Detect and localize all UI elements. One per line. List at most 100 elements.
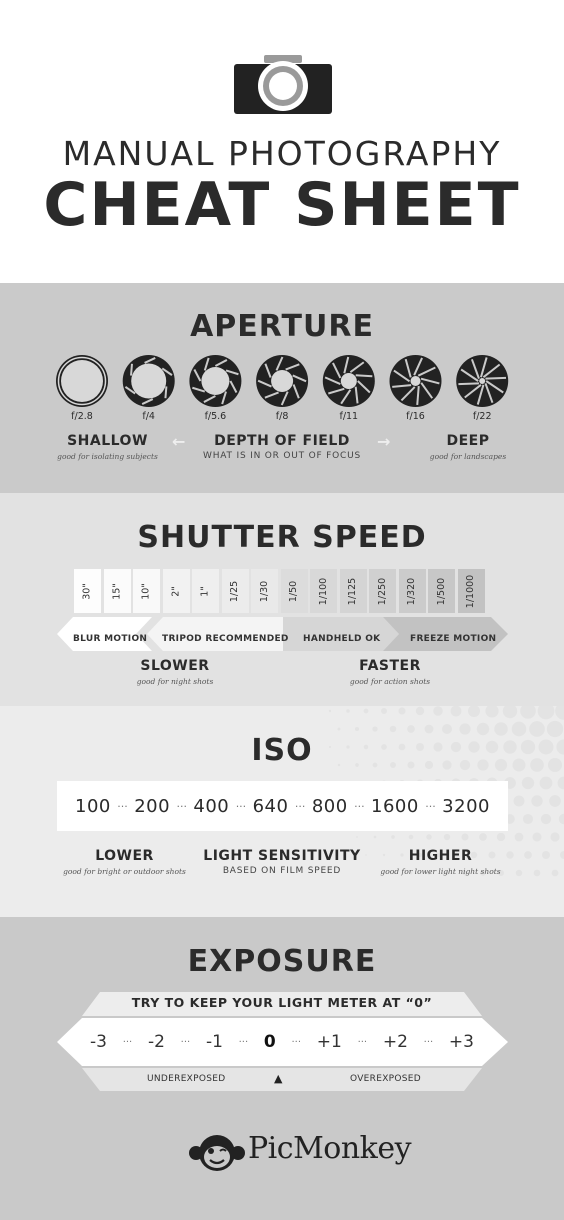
arrow-right-icon: → — [377, 432, 391, 451]
aperture-icon — [122, 355, 175, 407]
higher-sub: good for lower light night shots — [380, 867, 501, 876]
shutter-speed-cell: 30" — [74, 569, 101, 613]
exposure-value: -3 — [90, 1032, 107, 1052]
faster-label: FASTER good for action shots — [315, 658, 465, 686]
exposure-separator: ··· — [357, 1036, 368, 1048]
exposure-value: 0 — [263, 1032, 276, 1052]
exposure-separator: ··· — [122, 1036, 133, 1048]
exposure-value: -2 — [147, 1032, 165, 1052]
aperture-icon — [256, 355, 309, 407]
shutter-speed-value: 1/25 — [229, 580, 241, 602]
header: MANUAL PHOTOGRAPHY CHEAT SHEET — [0, 0, 564, 284]
shutter-speed-value: 1/125 — [347, 577, 359, 605]
iso-value: 640 — [252, 795, 289, 817]
shutter-speed-value: 1/250 — [377, 577, 389, 605]
exposure-separator: ··· — [423, 1036, 434, 1048]
iso-value: 1600 — [371, 795, 419, 817]
shutter-speed-cell: 1/250 — [369, 569, 396, 613]
exposure-value: +2 — [382, 1032, 408, 1052]
shutter-title: SHUTTER SPEED — [137, 520, 427, 555]
overexposed-label: OVEREXPOSED — [350, 1074, 422, 1084]
shutter-speed-value: 1/50 — [288, 580, 300, 602]
iso-separator: ··· — [235, 799, 247, 813]
f-stop-label: f/22 — [472, 411, 492, 422]
iso-separator: ··· — [176, 799, 187, 813]
cheat-sheet: MANUAL PHOTOGRAPHY CHEAT SHEET APERTURE … — [0, 0, 564, 1220]
exposure-section: EXPOSURE TRY TO KEEP YOUR LIGHT METER AT… — [0, 917, 564, 1220]
exposure-separator: ··· — [238, 1036, 249, 1048]
iso-title: ISO — [251, 733, 313, 768]
faster-sub: good for action shots — [349, 677, 431, 686]
freeze-motion-label: FREEZE MOTION — [410, 634, 497, 644]
meter-tip: TRY TO KEEP YOUR LIGHT METER AT “0” — [131, 995, 433, 1010]
lower-label: LOWER good for bright or outdoor shots — [52, 848, 197, 876]
shutter-speed-value: 1/320 — [406, 577, 418, 605]
exposure-title: EXPOSURE — [187, 944, 377, 979]
blur-motion-label: BLUR MOTION — [73, 634, 148, 644]
shutter-speed-cell: 1/320 — [398, 569, 426, 613]
exposure-scale: -3 ··· -2 ··· -1 ··· 0 ··· +1 ··· +2 ··· +3 — [90, 1030, 474, 1054]
sensitivity-text: LIGHT SENSITIVITY — [203, 848, 361, 864]
shutter-speed-cell: 15" — [103, 569, 131, 613]
monkey-logo-icon — [189, 1135, 245, 1171]
iso-separator: ··· — [425, 799, 436, 813]
exposure-separator: ··· — [180, 1036, 191, 1048]
aperture-section: APERTURE f/2.8 f/4 f/5.6 f/8 f/11 f/16 f/22 SH… — [0, 283, 564, 493]
shutter-speed-value: 30" — [82, 582, 93, 600]
deep-sub: good for landscapes — [429, 452, 507, 461]
deep-text: DEEP — [446, 433, 490, 449]
iso-value: 100 — [75, 795, 111, 817]
iso-scale: 100 ··· 200 ··· 400 ··· 640 ··· 800 ··· 1600 ··· 320… — [57, 781, 508, 831]
title-line2: CHEAT SHEET — [43, 170, 521, 240]
aperture-title: APERTURE — [190, 309, 374, 344]
f-stop-label: f/2.8 — [71, 411, 93, 422]
lower-text: LOWER — [95, 848, 154, 864]
shallow-label: SHALLOW good for isolating subjects — [40, 433, 175, 461]
exposure-value: +1 — [316, 1032, 342, 1052]
shutter-speed-value: 1" — [199, 585, 211, 597]
dof-text: DEPTH OF FIELD — [214, 433, 350, 449]
shutter-speed-value: 1/500 — [436, 577, 448, 605]
aperture-icon — [56, 355, 108, 407]
aperture-icon — [322, 355, 375, 407]
iso-value: 200 — [134, 795, 171, 817]
tripod-label: TRIPOD RECOMMENDED — [162, 634, 289, 644]
f-stop-label: f/4 — [142, 411, 155, 422]
shutter-speed-cell: 1/100 — [310, 569, 337, 613]
exposure-value: -1 — [205, 1032, 223, 1052]
shutter-speed-cell: 2" — [162, 569, 190, 613]
shutter-speed-cell: 1/30 — [251, 569, 278, 613]
aperture-icon — [389, 355, 442, 407]
zero-marker-icon: ▲ — [274, 1072, 283, 1085]
slower-sub: good for night shots — [136, 677, 214, 686]
slower-label: SLOWER good for night shots — [100, 658, 250, 686]
shutter-speed-value: 1/1000 — [465, 574, 477, 608]
brand-name: PicMonkey — [248, 1131, 412, 1166]
shutter-speed-value: 2" — [170, 585, 182, 597]
handheld-label: HANDHELD OK — [303, 634, 381, 644]
shutter-speed-cell: 1/1000 — [457, 569, 485, 613]
iso-section: ISO 100 ··· 200 ··· 400 ··· 640 ··· 800 ··· 1600 ··… — [0, 706, 564, 917]
shallow-sub: good for isolating subjects — [57, 452, 158, 461]
shutter-speed-value: 15" — [111, 582, 123, 600]
faster-text: FASTER — [359, 658, 421, 674]
aperture-icon — [456, 355, 509, 407]
aperture-icon — [189, 355, 242, 407]
shallow-text: SHALLOW — [67, 433, 148, 449]
dof-sub: WHAT IS IN OR OUT OF FOCUS — [203, 451, 361, 461]
shutter-speed-value: 1/30 — [259, 580, 270, 602]
aperture-diagram — [56, 355, 509, 407]
shutter-speed-cell: 1" — [192, 569, 219, 613]
underexposed-label: UNDEREXPOSED — [147, 1074, 226, 1084]
shutter-speed-cell: 1/50 — [280, 569, 308, 613]
iso-value: 400 — [193, 795, 230, 817]
dof-label: DEPTH OF FIELD WHAT IS IN OR OUT OF FOCU… — [182, 433, 382, 461]
shutter-speed-cell: 1/25 — [221, 569, 249, 613]
deep-label: DEEP good for landscapes — [418, 433, 518, 461]
f-stop-label: f/16 — [406, 411, 425, 422]
f-stop-label: f/5.6 — [204, 411, 227, 422]
iso-separator: ··· — [117, 799, 128, 813]
shutter-speed-cell: 1/500 — [428, 569, 455, 613]
higher-text: HIGHER — [408, 848, 473, 864]
shutter-speed-value: 10" — [141, 582, 152, 600]
